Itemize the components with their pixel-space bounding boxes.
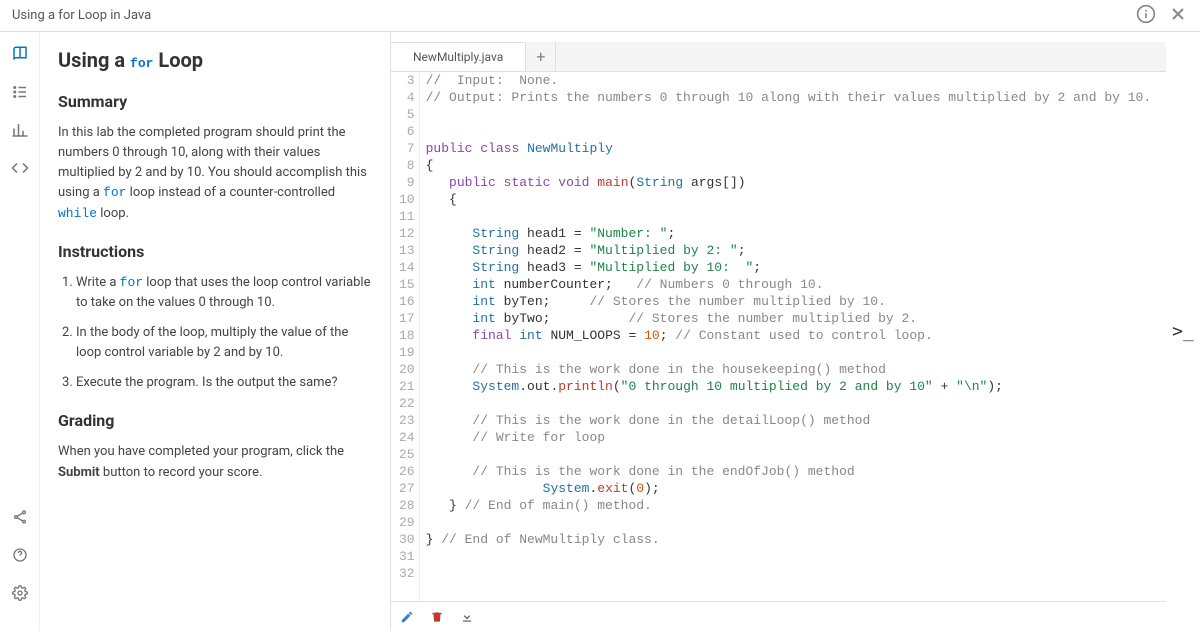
- line-number: 23: [399, 412, 415, 429]
- instructions-panel: Using a for Loop Summary In this lab the…: [40, 32, 390, 631]
- line-number: 20: [399, 361, 415, 378]
- code-line[interactable]: // This is the work done in the housekee…: [426, 361, 1152, 378]
- grading-text: When you have completed your program, cl…: [58, 442, 372, 482]
- file-tab[interactable]: NewMultiply.java: [391, 42, 526, 71]
- code-line[interactable]: [426, 123, 1152, 140]
- code-line[interactable]: System.out.println("0 through 10 multipl…: [426, 378, 1152, 395]
- line-number: 5: [399, 106, 415, 123]
- book-icon[interactable]: [10, 44, 30, 64]
- instruction-step: In the body of the loop, multiply the va…: [76, 323, 372, 363]
- code-editor[interactable]: 3456789101112131415161718192021222324252…: [391, 72, 1166, 601]
- line-number: 29: [399, 514, 415, 531]
- line-number: 9: [399, 174, 415, 191]
- line-number: 24: [399, 429, 415, 446]
- line-number: 8: [399, 157, 415, 174]
- code-line[interactable]: int byTwo; // Stores the number multipli…: [426, 310, 1152, 327]
- line-number: 25: [399, 446, 415, 463]
- code-line[interactable]: [426, 395, 1152, 412]
- instructions-heading: Instructions: [58, 242, 372, 261]
- line-number: 12: [399, 225, 415, 242]
- line-number: 14: [399, 259, 415, 276]
- line-number: 28: [399, 497, 415, 514]
- code-line[interactable]: } // End of NewMultiply class.: [426, 531, 1152, 548]
- line-number: 27: [399, 480, 415, 497]
- sidebar: [0, 32, 40, 631]
- trash-icon[interactable]: [429, 609, 445, 625]
- summary-heading: Summary: [58, 92, 372, 111]
- code-line[interactable]: String head3 = "Multiplied by 10: ";: [426, 259, 1152, 276]
- page-title: Using a for Loop in Java: [12, 8, 151, 23]
- instruction-step: Write a for loop that uses the loop cont…: [76, 273, 372, 313]
- code-line[interactable]: // Input: None.: [426, 72, 1152, 89]
- line-number: 17: [399, 310, 415, 327]
- code-line[interactable]: public class NewMultiply: [426, 140, 1152, 157]
- code-line[interactable]: {: [426, 157, 1152, 174]
- line-number: 21: [399, 378, 415, 395]
- code-icon[interactable]: [10, 158, 30, 178]
- code-line[interactable]: // Write for loop: [426, 429, 1152, 446]
- info-icon[interactable]: [1136, 4, 1156, 28]
- add-tab-button[interactable]: +: [526, 42, 556, 71]
- code-line[interactable]: {: [426, 191, 1152, 208]
- line-number: 18: [399, 327, 415, 344]
- code-line[interactable]: // This is the work done in the endOfJob…: [426, 463, 1152, 480]
- line-number: 7: [399, 140, 415, 157]
- line-number: 3: [399, 72, 415, 89]
- line-number: 11: [399, 208, 415, 225]
- list-icon[interactable]: [10, 82, 30, 102]
- code-line[interactable]: [426, 344, 1152, 361]
- lesson-title: Using a for Loop: [58, 48, 372, 72]
- share-icon[interactable]: [10, 507, 30, 527]
- code-line[interactable]: System.exit(0);: [426, 480, 1152, 497]
- code-line[interactable]: } // End of main() method.: [426, 497, 1152, 514]
- chart-icon[interactable]: [10, 120, 30, 140]
- code-line[interactable]: int byTen; // Stores the number multipli…: [426, 293, 1152, 310]
- line-number: 19: [399, 344, 415, 361]
- code-line[interactable]: [426, 565, 1152, 582]
- line-number: 31: [399, 548, 415, 565]
- summary-text: In this lab the completed program should…: [58, 123, 372, 224]
- line-number: 10: [399, 191, 415, 208]
- line-number: 16: [399, 293, 415, 310]
- code-line[interactable]: [426, 446, 1152, 463]
- edit-icon[interactable]: [399, 609, 415, 625]
- line-number: 30: [399, 531, 415, 548]
- line-number: 15: [399, 276, 415, 293]
- line-number: 26: [399, 463, 415, 480]
- code-line[interactable]: public static void main(String args[]): [426, 174, 1152, 191]
- tab-bar: NewMultiply.java +: [391, 42, 1166, 72]
- instruction-step: Execute the program. Is the output the s…: [76, 373, 372, 393]
- line-number: 4: [399, 89, 415, 106]
- code-line[interactable]: [426, 548, 1152, 565]
- code-line[interactable]: String head2 = "Multiplied by 2: ";: [426, 242, 1152, 259]
- code-line[interactable]: [426, 106, 1152, 123]
- line-number: 6: [399, 123, 415, 140]
- editor-toolbar: [391, 601, 1166, 631]
- code-line[interactable]: // This is the work done in the detailLo…: [426, 412, 1152, 429]
- editor-pane: NewMultiply.java + 345678910111213141516…: [390, 32, 1166, 631]
- download-icon[interactable]: [459, 609, 475, 625]
- settings-icon[interactable]: [10, 583, 30, 603]
- code-line[interactable]: [426, 208, 1152, 225]
- help-icon[interactable]: [10, 545, 30, 565]
- terminal-toggle-icon[interactable]: >_: [1172, 321, 1194, 342]
- code-line[interactable]: String head1 = "Number: ";: [426, 225, 1152, 242]
- code-line[interactable]: [426, 514, 1152, 531]
- close-icon[interactable]: [1168, 4, 1188, 28]
- code-line[interactable]: // Output: Prints the numbers 0 through …: [426, 89, 1152, 106]
- code-line[interactable]: int numberCounter; // Numbers 0 through …: [426, 276, 1152, 293]
- line-number: 22: [399, 395, 415, 412]
- line-number: 13: [399, 242, 415, 259]
- line-number: 32: [399, 565, 415, 582]
- grading-heading: Grading: [58, 411, 372, 430]
- code-line[interactable]: final int NUM_LOOPS = 10; // Constant us…: [426, 327, 1152, 344]
